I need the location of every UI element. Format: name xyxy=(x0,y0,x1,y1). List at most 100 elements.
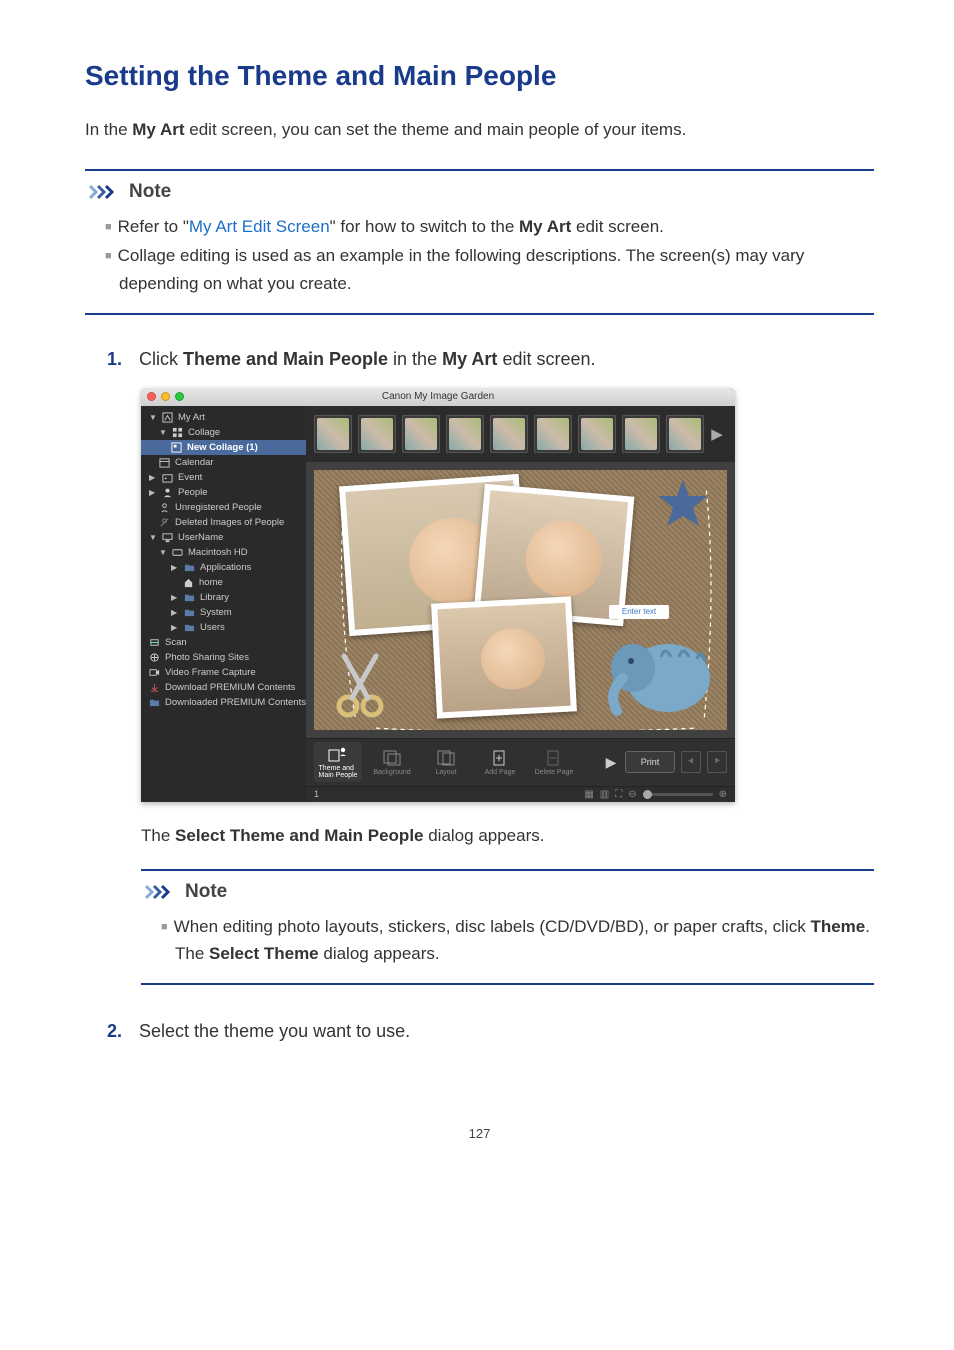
add-page-button[interactable]: Add Page xyxy=(476,742,524,782)
thumbnail[interactable] xyxy=(402,415,440,453)
delete-page-icon xyxy=(544,749,564,767)
theme-icon xyxy=(328,745,348,763)
folder-icon xyxy=(184,607,195,618)
thumb-large-icon[interactable]: ▥ xyxy=(600,789,609,800)
thumbnail[interactable] xyxy=(578,415,616,453)
note-item: ■When editing photo layouts, stickers, d… xyxy=(141,913,874,967)
window-title: Canon My Image Garden xyxy=(141,391,735,402)
nav-prev-button[interactable]: ⯇ xyxy=(681,751,701,773)
sidebar-item-dlpremium[interactable]: Download PREMIUM Contents xyxy=(141,680,306,695)
note-chevrons-icon xyxy=(145,884,179,900)
zoom-out-icon[interactable]: ⊖ xyxy=(628,789,636,800)
people-icon xyxy=(162,487,173,498)
app-screenshot: Canon My Image Garden ▼My Art ▼Collage N… xyxy=(141,388,735,802)
sidebar-item-vfc[interactable]: Video Frame Capture xyxy=(141,665,306,680)
layout-button[interactable]: Layout xyxy=(422,742,470,782)
thumbnail[interactable] xyxy=(666,415,704,453)
note-box: Note ■Refer to "My Art Edit Screen" for … xyxy=(85,169,874,315)
note-chevrons-icon xyxy=(89,184,123,200)
video-icon xyxy=(149,667,160,678)
download-icon xyxy=(149,682,160,693)
sidebar-item-deleted[interactable]: Deleted Images of People xyxy=(141,515,306,530)
bullet-icon: ■ xyxy=(105,250,118,262)
sidebar-item-system[interactable]: ▶System xyxy=(141,605,306,620)
folder-icon xyxy=(184,592,195,603)
background-button[interactable]: Background xyxy=(368,742,416,782)
sidebar-item-myart[interactable]: ▼My Art xyxy=(141,410,306,425)
sidebar-item-users[interactable]: ▶Users xyxy=(141,620,306,635)
step1-result-text: The Select Theme and Main People dialog … xyxy=(141,822,874,849)
sidebar-item-machd[interactable]: ▼Macintosh HD xyxy=(141,545,306,560)
thumbnail[interactable] xyxy=(358,415,396,453)
sidebar-item-event[interactable]: ▶Event xyxy=(141,470,306,485)
event-icon xyxy=(162,472,173,483)
delete-page-button[interactable]: Delete Page xyxy=(530,742,578,782)
sidebar-item-sharing[interactable]: Photo Sharing Sites xyxy=(141,650,306,665)
background-icon xyxy=(382,749,402,767)
calendar-icon xyxy=(159,457,170,468)
folder-icon xyxy=(184,622,195,633)
step-text: Click Theme and Main People in the My Ar… xyxy=(139,345,596,374)
zoom-in-icon[interactable]: ⊕ xyxy=(719,789,727,800)
sidebar-item-calendar[interactable]: Calendar xyxy=(141,455,306,470)
zoom-slider[interactable] xyxy=(643,793,713,796)
sharing-icon xyxy=(149,652,160,663)
sidebar-item-applications[interactable]: ▶Applications xyxy=(141,560,306,575)
scissors-icon xyxy=(334,650,392,720)
note-item: ■Collage editing is used as an example i… xyxy=(85,242,874,296)
step-text: Select the theme you want to use. xyxy=(139,1017,410,1046)
star-cutout-icon xyxy=(657,478,709,530)
myart-icon xyxy=(162,412,173,423)
collage-canvas[interactable]: Enter text xyxy=(314,470,727,730)
sidebar-item-people[interactable]: ▶People xyxy=(141,485,306,500)
page-title: Setting the Theme and Main People xyxy=(85,60,874,92)
computer-icon xyxy=(162,532,173,543)
add-page-icon xyxy=(490,749,510,767)
enter-text-placeholder[interactable]: Enter text xyxy=(609,605,669,619)
sidebar-item-library[interactable]: ▶Library xyxy=(141,590,306,605)
unregistered-icon xyxy=(159,502,170,513)
elephant-graphic-icon xyxy=(603,623,713,718)
sidebar: ▼My Art ▼Collage New Collage (1) Calenda… xyxy=(141,406,306,802)
sidebar-item-dledpremium[interactable]: Downloaded PREMIUM Contents xyxy=(141,695,306,710)
layout-icon xyxy=(436,749,456,767)
collage-item-icon xyxy=(171,442,182,453)
sidebar-item-home[interactable]: home xyxy=(141,575,306,590)
sidebar-item-username[interactable]: ▼UserName xyxy=(141,530,306,545)
bullet-icon: ■ xyxy=(161,921,174,933)
thumbnail[interactable] xyxy=(314,415,352,453)
sidebar-item-scan[interactable]: Scan xyxy=(141,635,306,650)
collage-icon xyxy=(172,427,183,438)
thumbnail[interactable] xyxy=(446,415,484,453)
fullscreen-icon[interactable]: ⛶ xyxy=(615,789,622,800)
bottom-toolbar: Theme and Main People Background Layout xyxy=(306,738,735,786)
deleted-icon xyxy=(159,517,170,528)
sidebar-item-new-collage[interactable]: New Collage (1) xyxy=(141,440,306,455)
thumb-small-icon[interactable]: ▦ xyxy=(584,789,593,800)
note-label: Note xyxy=(185,881,227,903)
thumbnail[interactable] xyxy=(490,415,528,453)
print-button[interactable]: Print xyxy=(625,751,675,773)
page-number: 127 xyxy=(85,1126,874,1141)
inner-note-box: Note ■When editing photo layouts, sticke… xyxy=(141,869,874,985)
step-number: 2. xyxy=(107,1017,129,1046)
thumbnail-next-icon[interactable]: ▶ xyxy=(710,425,724,443)
thumbnail[interactable] xyxy=(622,415,660,453)
my-art-edit-screen-link[interactable]: My Art Edit Screen xyxy=(189,217,330,236)
status-bar: 1 ▦ ▥ ⛶ ⊖ ⊕ xyxy=(306,786,735,802)
collage-photo[interactable] xyxy=(431,596,577,718)
status-count: 1 xyxy=(314,789,319,799)
folder-icon xyxy=(149,697,160,708)
toolbar-scroll-right-icon[interactable]: ▶ xyxy=(603,754,619,771)
thumbnail[interactable] xyxy=(534,415,572,453)
step-number: 1. xyxy=(107,345,129,374)
intro-text: In the My Art edit screen, you can set t… xyxy=(85,116,874,143)
titlebar: Canon My Image Garden xyxy=(141,388,735,406)
sidebar-item-unregistered[interactable]: Unregistered People xyxy=(141,500,306,515)
disk-icon xyxy=(172,547,183,558)
nav-next-button[interactable]: ⯈ xyxy=(707,751,727,773)
theme-main-people-button[interactable]: Theme and Main People xyxy=(314,742,362,782)
note-label: Note xyxy=(129,181,171,203)
sidebar-item-collage[interactable]: ▼Collage xyxy=(141,425,306,440)
thumbnail-strip: ▶ xyxy=(306,406,735,462)
